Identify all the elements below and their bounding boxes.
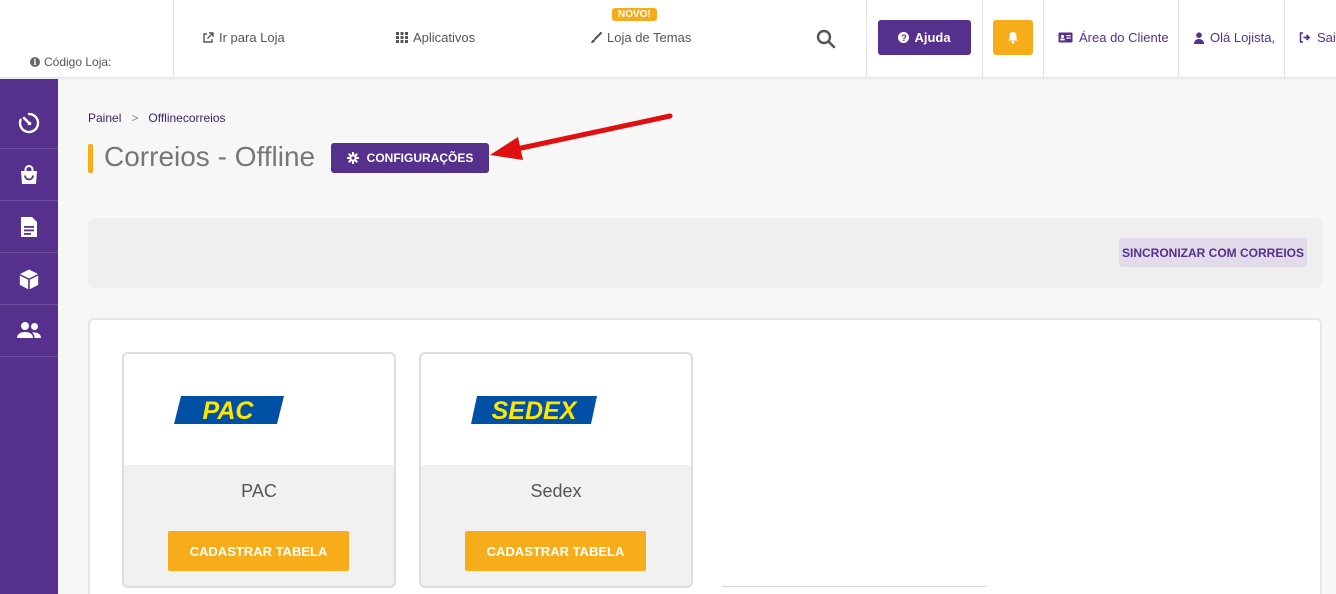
pac-logo: PAC [174,396,284,424]
theme-store-label: Loja de Temas [607,30,692,45]
sedex-logo: SEDEX [471,396,597,424]
info-icon: i [30,57,40,67]
user-icon [1194,31,1204,44]
service-name: PAC [241,481,277,501]
go-to-store-link[interactable]: Ir para Loja [202,30,285,45]
divider [982,0,983,78]
register-table-button[interactable]: CADASTRAR TABELA [168,531,349,571]
top-bar: i Código Loja: Ir para Loja Aplicativos … [0,0,1336,78]
bell-icon [1008,32,1018,44]
greeting-label: Olá Lojista, [1210,30,1276,45]
id-card-icon [1058,32,1073,43]
logout-label: Sai [1317,30,1336,45]
page-title: Correios - Offline [104,141,316,172]
box-icon [19,269,39,290]
grid-icon [396,32,408,43]
help-button[interactable]: ? Ajuda [878,20,971,55]
store-code: i Código Loja: [30,55,111,69]
go-to-store-label: Ir para Loja [219,30,285,45]
gear-icon [346,152,359,164]
sidebar-item-orders[interactable] [0,150,58,201]
help-label: Ajuda [914,30,951,45]
settings-button[interactable]: CONFIGURAÇÕES [331,143,489,173]
external-link-icon [203,31,214,43]
shopping-bag-icon [21,165,37,184]
service-card-sedex: SEDEX Sedex CADASTRAR TABELA [419,352,693,588]
store-code-label: Código Loja: [44,55,112,69]
divider [1178,0,1179,78]
apps-link[interactable]: Aplicativos [396,30,475,45]
client-area-label: Área do Cliente [1079,30,1169,45]
breadcrumb: Painel > Offlinecorreios [88,111,226,125]
notifications-button[interactable] [993,20,1033,55]
search-icon[interactable] [816,29,836,49]
brand-area: i Código Loja: [0,0,174,78]
settings-label: CONFIGURAÇÕES [366,151,474,165]
user-greeting[interactable]: Olá Lojista, [1194,30,1275,45]
sedex-logo-text: SEDEX [492,397,578,424]
sidebar-item-documents[interactable] [0,202,58,253]
annotation-arrow [490,113,673,160]
new-badge: NOVO! [612,8,657,21]
logout-icon [1299,32,1311,43]
pac-logo-text: PAC [203,397,255,424]
breadcrumb-item-current[interactable]: Offlinecorreios [148,111,225,125]
logout-link[interactable]: Sai [1299,30,1336,45]
card-logo-area: SEDEX [421,354,691,465]
sidebar-item-dashboard[interactable] [0,98,58,149]
service-card-pac: PAC PAC CADASTRAR TABELA [122,352,396,588]
divider [866,0,867,78]
breadcrumb-separator: > [131,111,139,125]
question-icon: ? [898,32,910,43]
apps-label: Aplicativos [413,30,476,45]
card-logo-area: PAC [124,354,394,465]
divider [722,586,986,587]
divider [1284,0,1285,78]
title-accent-bar [88,144,93,173]
paintbrush-icon [591,31,602,43]
sidebar-item-products[interactable] [0,254,58,305]
service-name: Sedex [530,481,582,501]
theme-store-link[interactable]: Loja de Temas [590,30,691,45]
sync-button[interactable]: SINCRONIZAR COM CORREIOS [1119,238,1307,267]
speedometer-icon [18,112,40,134]
client-area-link[interactable]: Área do Cliente [1058,30,1169,45]
divider [1043,0,1044,78]
sidebar [0,79,58,594]
register-table-button[interactable]: CADASTRAR TABELA [465,531,646,571]
sidebar-item-customers[interactable] [0,306,58,357]
breadcrumb-item-painel[interactable]: Painel [88,111,121,125]
users-icon [17,322,41,338]
document-icon [21,217,37,237]
